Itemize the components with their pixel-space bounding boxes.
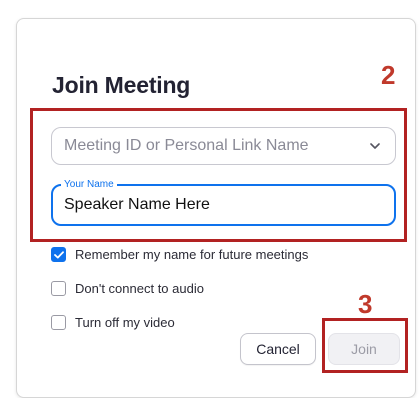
page-title: Join Meeting [52,72,191,98]
cancel-button[interactable]: Cancel [240,333,316,365]
callout-step-3: 3 [358,289,373,319]
remember-name-checkbox[interactable] [51,247,66,262]
video-off-label: Turn off my video [75,315,175,330]
video-off-option[interactable]: Turn off my video [51,315,175,330]
remember-name-option[interactable]: Remember my name for future meetings [51,247,308,262]
join-button[interactable]: Join [328,333,400,365]
your-name-label: Your Name [61,178,117,192]
your-name-field[interactable]: Your Name Speaker Name Here [51,178,396,226]
checkmark-icon [53,250,64,258]
your-name-value[interactable]: Speaker Name Here [64,196,210,214]
chevron-down-icon[interactable] [367,138,383,154]
video-off-checkbox[interactable] [51,315,66,330]
no-audio-option[interactable]: Don't connect to audio [51,281,204,296]
no-audio-label: Don't connect to audio [75,281,204,296]
no-audio-checkbox[interactable] [51,281,66,296]
meeting-id-placeholder: Meeting ID or Personal Link Name [64,137,309,154]
callout-step-2: 2 [381,60,396,90]
remember-name-label: Remember my name for future meetings [75,247,309,262]
meeting-id-dropdown[interactable]: Meeting ID or Personal Link Name [51,127,396,165]
